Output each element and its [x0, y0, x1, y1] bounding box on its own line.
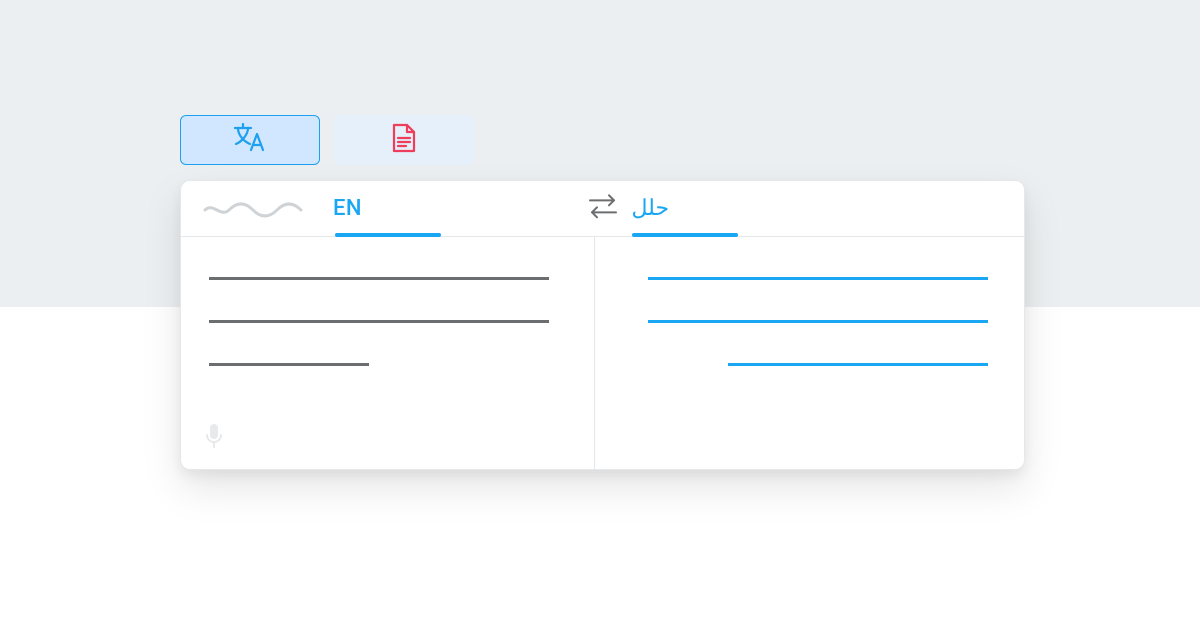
translate-icon [233, 123, 267, 157]
source-lang-selector[interactable]: EN [181, 181, 596, 236]
card-body [181, 237, 1024, 469]
target-text-line [648, 320, 988, 323]
document-icon [391, 123, 417, 157]
translator-card: EN حلل [180, 180, 1025, 470]
mode-tabs [180, 115, 474, 165]
source-lang-label: EN [333, 196, 362, 221]
target-text-area [595, 237, 1024, 469]
target-text-line [648, 277, 988, 280]
source-text-line [209, 320, 549, 323]
source-text-line [209, 363, 369, 366]
tab-document[interactable] [334, 115, 474, 165]
tab-translate[interactable] [180, 115, 320, 165]
target-lang-selector[interactable]: حلل [596, 181, 1025, 236]
target-lang-label: حلل [632, 196, 670, 221]
target-text-line [728, 363, 988, 366]
source-text-area[interactable] [181, 237, 594, 469]
source-text-line [209, 277, 549, 280]
microphone-icon [205, 434, 223, 453]
card-header: EN حلل [181, 181, 1024, 237]
voice-input-button[interactable] [205, 423, 223, 453]
detect-language-icon [203, 200, 303, 218]
